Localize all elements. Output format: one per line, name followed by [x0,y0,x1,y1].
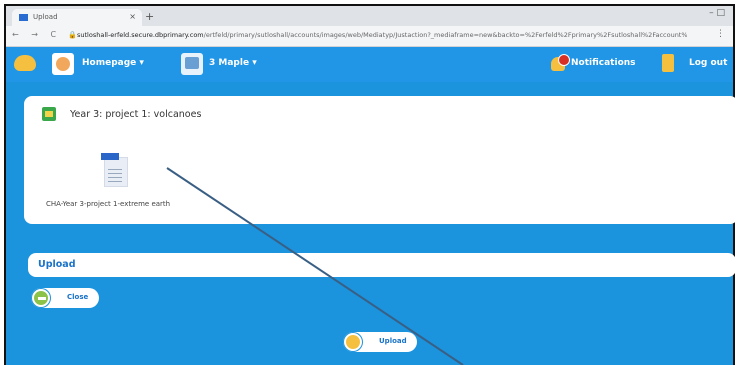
new-tab-button[interactable]: + [145,10,154,23]
file-name-link[interactable]: CHA-Year 3-project 1-extreme earth [46,200,170,208]
upload-folder-icon [344,333,362,351]
tab-title: Upload [33,13,58,21]
project-panel: Year 3: project 1: volcanoes CHA-Year 3-… [24,96,738,224]
upload-header: Upload [28,253,736,277]
address-bar: ← → C 🔒 sutloshall-erfeld.secure.dbprima… [6,26,733,47]
notification-bell-icon[interactable] [551,54,570,72]
url-path: /ertfeld/primary/sutloshall/accounts/ima… [203,31,687,39]
nav-buttons[interactable]: ← → C [12,30,61,39]
window-controls[interactable]: – □ [709,8,725,18]
lock-icon[interactable]: 🔒 [68,31,77,39]
document-header-band [101,153,119,160]
app-top-bar: Homepage ▾ 3 Maple ▾ Notifications Log o… [6,47,733,82]
document-icon[interactable] [101,153,129,187]
browser-tab[interactable]: Upload × [12,9,142,26]
smiley-face-icon [56,57,70,71]
cloud-logo-icon[interactable] [14,55,36,71]
close-tab-icon[interactable]: × [129,12,136,21]
document-line [108,169,122,170]
document-line [108,181,122,182]
back-arrow-icon [32,289,50,307]
url-host: sutloshall-erfeld.secure.dbprimary.com [77,31,204,39]
notification-badge [558,54,570,66]
document-sheet [104,157,128,187]
class-menu[interactable]: 3 Maple ▾ [209,58,257,68]
tab-strip: Upload × + – □ [6,6,733,26]
upload-button-label: Upload [379,337,407,345]
upload-button[interactable]: Upload [343,332,417,352]
close-button-label: Close [67,293,89,301]
url-field[interactable]: sutloshall-erfeld.secure.dbprimary.com/e… [77,31,687,39]
notifications-link[interactable]: Notifications [571,58,636,68]
project-title: Year 3: project 1: volcanoes [70,109,202,120]
browser-menu-icon[interactable]: ⋮ [716,29,725,39]
folder-icon [42,107,56,121]
close-button[interactable]: Close [31,288,99,308]
class-avatar[interactable] [181,53,203,75]
homepage-menu[interactable]: Homepage ▾ [82,58,144,68]
logout-link[interactable]: Log out [689,58,727,68]
favicon-icon [19,14,28,21]
upload-title: Upload [38,259,76,270]
document-line [108,177,122,178]
logout-door-icon[interactable] [662,54,674,72]
user-avatar[interactable] [52,53,74,75]
document-line [108,173,122,174]
